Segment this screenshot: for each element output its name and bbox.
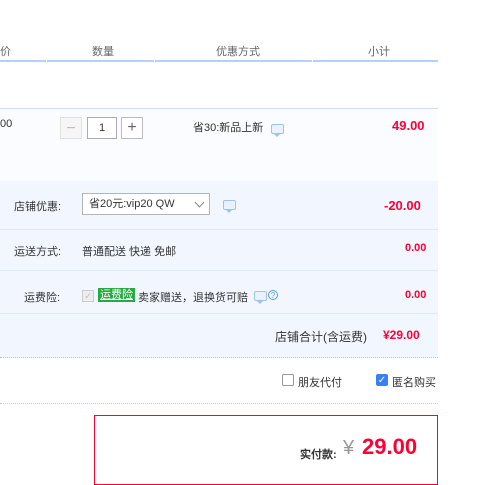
col-promo-header: 优惠方式 [216, 46, 260, 58]
chevron-down-icon [194, 197, 205, 208]
shop-discount-label: 店铺优惠: [14, 201, 62, 213]
message-icon[interactable] [254, 291, 267, 304]
message-icon[interactable] [271, 124, 284, 137]
quantity-input[interactable]: 1 [87, 117, 117, 139]
shop-total-amount: ¥29.00 [383, 328, 420, 342]
item-subtotal: 49.00 [392, 118, 425, 133]
insurance-checkbox: ✓ [82, 290, 94, 302]
column-header: 价 数量 优惠方式 小计 [0, 38, 438, 62]
qty-decrease-button[interactable]: − [60, 117, 82, 139]
divider [0, 403, 438, 404]
item-promo-text: 省30:新品上新 [193, 122, 264, 134]
col-qty-header: 数量 [92, 46, 114, 58]
shipping-label: 运送方式: [14, 246, 62, 258]
friend-pay-label[interactable]: 朋友代付 [298, 374, 342, 390]
anonymous-checkbox[interactable]: ✓ [376, 374, 388, 386]
anonymous-label[interactable]: 匿名购买 [392, 374, 436, 390]
column-divider [154, 56, 155, 62]
help-icon[interactable]: ? [268, 290, 278, 300]
column-divider [312, 56, 313, 62]
shop-discount-value: 省20元:vip20 QW [89, 198, 175, 210]
column-divider [46, 56, 47, 62]
col-subtotal-header: 小计 [368, 46, 390, 58]
divider [0, 229, 438, 230]
insurance-label: 运费险: [24, 292, 61, 304]
friend-pay-checkbox[interactable] [282, 374, 294, 386]
item-price: 00 [0, 118, 13, 130]
shipping-amount: 0.00 [405, 242, 427, 254]
col-price-header: 价 [0, 46, 11, 58]
divider [0, 270, 438, 271]
payment-amount: 29.00 [362, 434, 418, 459]
shop-total-label: 店铺合计(含运费) [275, 330, 367, 344]
shop-discount-amount: -20.00 [384, 198, 421, 213]
message-icon[interactable] [223, 200, 236, 213]
shipping-method: 普通配送 快递 免邮 [82, 246, 177, 258]
divider [0, 313, 438, 314]
insurance-amount: 0.00 [405, 289, 427, 301]
insurance-desc: 卖家赠送，退换货可赔 [138, 292, 248, 304]
qty-increase-button[interactable]: + [121, 117, 143, 139]
payment-currency: ¥ [343, 437, 355, 459]
shop-discount-select[interactable]: 省20元:vip20 QW [82, 193, 210, 215]
insurance-tag[interactable]: 运费险 [98, 288, 135, 302]
payment-label: 实付款: [300, 449, 337, 461]
